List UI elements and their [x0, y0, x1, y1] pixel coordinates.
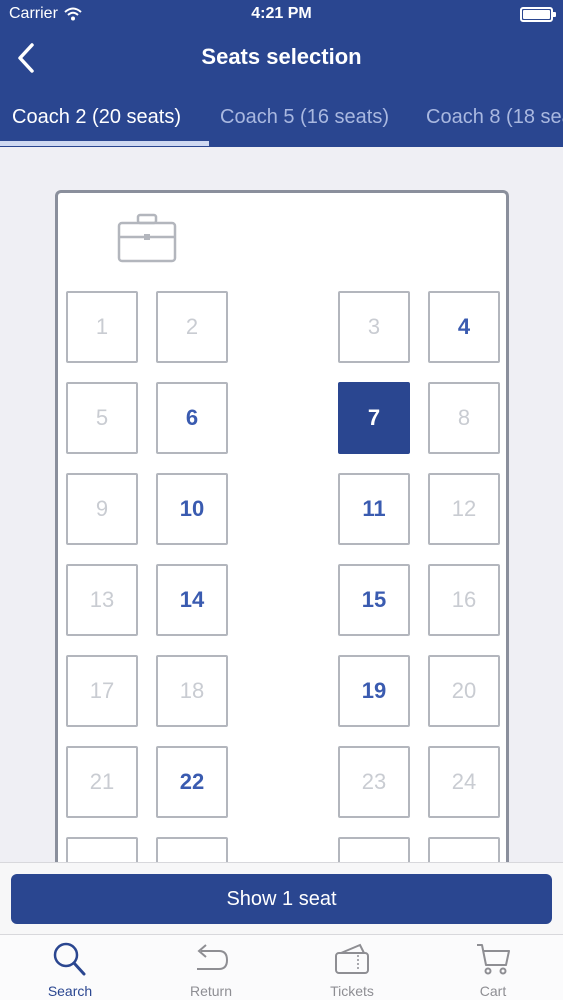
seat-21: 21: [66, 746, 138, 818]
tabbar-label-cart: Cart: [479, 983, 507, 999]
tabbar-item-search[interactable]: Search: [0, 935, 140, 1000]
seat-5: 5: [66, 382, 138, 454]
tabbar-item-cart[interactable]: Cart: [423, 935, 563, 1000]
seat-20: 20: [428, 655, 500, 727]
header: Carrier 4:21 PM Seats selection Coach 2 …: [0, 0, 563, 147]
seat-14[interactable]: 14: [156, 564, 228, 636]
tabbar-label-return: Return: [189, 983, 233, 999]
tab-coach-8[interactable]: Coach 8 (18 seats): [426, 100, 563, 147]
active-tab-indicator: [0, 141, 209, 146]
seat-19[interactable]: 19: [338, 655, 410, 727]
seat-7[interactable]: 7: [338, 382, 410, 454]
show-seat-button[interactable]: Show 1 seat: [11, 874, 552, 924]
tickets-icon: [335, 943, 369, 974]
seat-2: 2: [156, 291, 228, 363]
seat-1: 1: [66, 291, 138, 363]
tabbar-label-tickets: Tickets: [330, 983, 374, 999]
battery-icon: [520, 7, 556, 22]
page-title: Seats selection: [201, 44, 362, 69]
seat-9: 9: [66, 473, 138, 545]
tab-bar: Search Return Tickets Cart: [0, 934, 563, 1000]
seat-3: 3: [338, 291, 410, 363]
seat-24: 24: [428, 746, 500, 818]
tabbar-label-search: Search: [47, 983, 93, 999]
search-icon: [53, 942, 86, 976]
seat-4[interactable]: 4: [428, 291, 500, 363]
tabbar-item-tickets[interactable]: Tickets: [282, 935, 422, 1000]
seat-18: 18: [156, 655, 228, 727]
status-time: 4:21 PM: [251, 5, 312, 22]
seat-10[interactable]: 10: [156, 473, 228, 545]
seat-22[interactable]: 22: [156, 746, 228, 818]
status-bar: Carrier 4:21 PM: [0, 0, 563, 30]
return-icon: [197, 944, 229, 970]
seat-23: 23: [338, 746, 410, 818]
luggage-icon: [117, 213, 177, 263]
seat-17: 17: [66, 655, 138, 727]
cart-icon: [477, 944, 510, 975]
seat-12: 12: [428, 473, 500, 545]
seat-6[interactable]: 6: [156, 382, 228, 454]
seat-15[interactable]: 15: [338, 564, 410, 636]
coach-tabs: Coach 2 (20 seats) Coach 5 (16 seats) Co…: [0, 100, 563, 147]
bottom-action-panel: Show 1 seat: [0, 862, 563, 934]
seat-13: 13: [66, 564, 138, 636]
tab-coach-5[interactable]: Coach 5 (16 seats): [220, 100, 389, 147]
seat-16: 16: [428, 564, 500, 636]
coach-map: 1 2 3 4 5 6 7 8 9 10 11 12 13 14 15 16 17 18 19 20 21 22 23 24: [55, 190, 509, 890]
seat-11[interactable]: 11: [338, 473, 410, 545]
tabbar-item-return[interactable]: Return: [141, 935, 281, 1000]
seat-8: 8: [428, 382, 500, 454]
tab-coach-2[interactable]: Coach 2 (20 seats): [12, 100, 181, 147]
